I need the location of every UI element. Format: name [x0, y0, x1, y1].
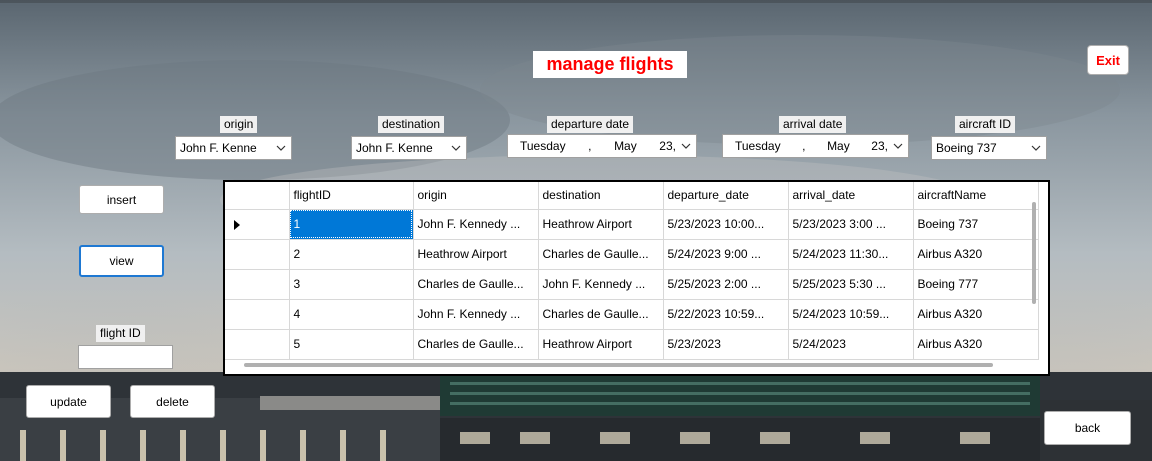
flight-id-label: flight ID — [96, 325, 145, 342]
table-cell-flightid[interactable]: 5 — [289, 329, 414, 360]
table-cell-flightid[interactable]: 4 — [289, 299, 414, 330]
table-cell-destination[interactable]: Heathrow Airport — [538, 209, 664, 240]
column-header-origin[interactable]: origin — [413, 182, 539, 210]
table-cell-aircraftname[interactable]: Boeing 737 — [913, 209, 1039, 240]
table-cell-arrival-date[interactable]: 5/24/2023 10:59... — [788, 299, 914, 330]
table-cell-origin[interactable]: Charles de Gaulle... — [413, 269, 539, 300]
page-title: manage flights — [533, 51, 687, 78]
table-row[interactable]: 5 Charles de Gaulle... Heathrow Airport 5/2… — [225, 329, 1039, 360]
table-cell-departure-date[interactable]: 5/23/2023 — [663, 329, 789, 360]
table-cell-departure-date[interactable]: 5/24/2023 9:00 ... — [663, 239, 789, 270]
table-cell-arrival-date[interactable]: 5/25/2023 5:30 ... — [788, 269, 914, 300]
table-cell-aircraftname[interactable]: Boeing 777 — [913, 269, 1039, 300]
table-cell-aircraftname[interactable]: Airbus A320 — [913, 299, 1039, 330]
table-cell-arrival-date[interactable]: 5/24/2023 11:30... — [788, 239, 914, 270]
table-cell-destination[interactable]: Charles de Gaulle... — [538, 239, 664, 270]
chevron-down-icon — [893, 143, 903, 149]
table-row[interactable]: 1 John F. Kennedy ... Heathrow Airport 5/23… — [225, 209, 1039, 240]
aircraft-id-label: aircraft ID — [955, 116, 1016, 133]
departure-date-label: departure date — [547, 116, 634, 133]
aircraft-id-select[interactable]: Boeing 737 — [931, 136, 1047, 160]
arrival-date: 23, — [871, 139, 888, 153]
destination-select-value: John F. Kenne — [356, 141, 433, 155]
column-header-destination[interactable]: destination — [538, 182, 664, 210]
departure-month: May — [614, 139, 637, 153]
table-cell-departure-date[interactable]: 5/22/2023 10:59... — [663, 299, 789, 330]
destination-select[interactable]: John F. Kenne — [351, 136, 467, 160]
current-row-arrow-icon — [234, 219, 240, 230]
table-cell-arrival-date[interactable]: 5/23/2023 3:00 ... — [788, 209, 914, 240]
departure-sep: , — [588, 139, 592, 153]
origin-label: origin — [220, 116, 258, 133]
departure-date-picker[interactable]: Tuesday , May 23, — [507, 134, 697, 158]
row-header[interactable] — [225, 269, 290, 300]
table-cell-aircraftname[interactable]: Airbus A320 — [913, 239, 1039, 270]
table-row[interactable]: 4 John F. Kennedy ... Charles de Gaulle...… — [225, 299, 1039, 330]
departure-date: 23, — [659, 139, 676, 153]
insert-button[interactable]: insert — [79, 185, 164, 214]
table-row[interactable]: 2 Heathrow Airport Charles de Gaulle... 5/2… — [225, 239, 1039, 270]
vertical-scrollbar[interactable] — [1032, 202, 1036, 304]
flights-table[interactable]: flightID origin destination departure_date a… — [223, 180, 1050, 376]
column-header-departure-date[interactable]: departure_date — [663, 182, 789, 210]
column-header-aircraftname[interactable]: aircraftName — [913, 182, 1039, 210]
arrival-date-label: arrival date — [779, 116, 847, 133]
flight-id-input[interactable] — [78, 345, 173, 369]
back-button[interactable]: back — [1044, 411, 1131, 445]
table-cell-flightid[interactable]: 2 — [289, 239, 414, 270]
table-cell-origin[interactable]: Heathrow Airport — [413, 239, 539, 270]
chevron-down-icon — [451, 145, 461, 151]
table-cell-origin[interactable]: Charles de Gaulle... — [413, 329, 539, 360]
horizontal-scrollbar[interactable] — [244, 363, 993, 367]
arrival-month: May — [827, 139, 850, 153]
origin-select[interactable]: John F. Kenne — [175, 136, 292, 160]
row-header[interactable] — [225, 239, 290, 270]
table-cell-origin[interactable]: John F. Kennedy ... — [413, 209, 539, 240]
aircraft-id-select-value: Boeing 737 — [936, 141, 997, 155]
chevron-down-icon — [681, 143, 691, 149]
origin-select-value: John F. Kenne — [180, 141, 257, 155]
row-header[interactable] — [225, 299, 290, 330]
row-header[interactable] — [225, 329, 290, 360]
table-cell-arrival-date[interactable]: 5/24/2023 — [788, 329, 914, 360]
chevron-down-icon — [276, 145, 286, 151]
row-header[interactable] — [225, 209, 290, 240]
table-header-row: flightID origin destination departure_date a… — [225, 182, 1039, 210]
arrival-sep: , — [802, 139, 806, 153]
update-button[interactable]: update — [26, 385, 111, 418]
table-cell-departure-date[interactable]: 5/25/2023 2:00 ... — [663, 269, 789, 300]
exit-button[interactable]: Exit — [1087, 45, 1129, 75]
table-row[interactable]: 3 Charles de Gaulle... John F. Kennedy ...… — [225, 269, 1039, 300]
table-cell-destination[interactable]: John F. Kennedy ... — [538, 269, 664, 300]
table-cell-origin[interactable]: John F. Kennedy ... — [413, 299, 539, 330]
destination-label: destination — [378, 116, 445, 133]
row-header-corner — [225, 182, 290, 210]
table-cell-flightid[interactable]: 3 — [289, 269, 414, 300]
departure-day: Tuesday — [520, 139, 566, 153]
table-cell-destination[interactable]: Charles de Gaulle... — [538, 299, 664, 330]
table-cell-flightid[interactable]: 1 — [289, 209, 414, 240]
arrival-day: Tuesday — [735, 139, 781, 153]
column-header-flightid[interactable]: flightID — [289, 182, 414, 210]
table-cell-departure-date[interactable]: 5/23/2023 10:00... — [663, 209, 789, 240]
delete-button[interactable]: delete — [130, 385, 215, 418]
view-button[interactable]: view — [79, 245, 164, 277]
arrival-date-picker[interactable]: Tuesday , May 23, — [722, 134, 909, 158]
chevron-down-icon — [1031, 145, 1041, 151]
table-cell-aircraftname[interactable]: Airbus A320 — [913, 329, 1039, 360]
column-header-arrival-date[interactable]: arrival_date — [788, 182, 914, 210]
table-cell-destination[interactable]: Heathrow Airport — [538, 329, 664, 360]
